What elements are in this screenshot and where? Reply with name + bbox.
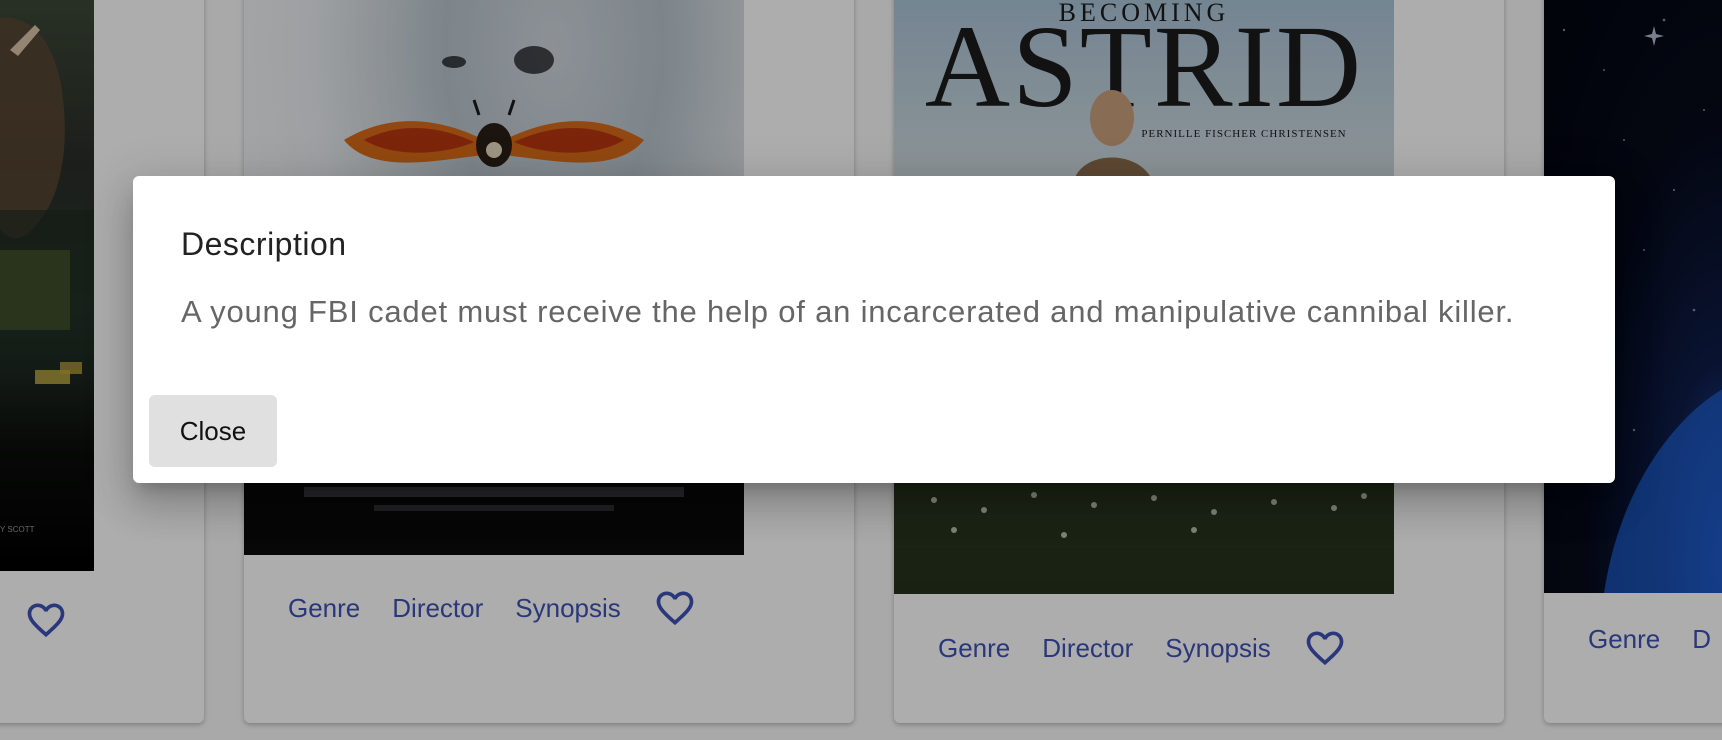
dialog-title: Description [181,226,347,262]
dialog-description-text: A young FBI cadet must receive the help … [181,294,1515,329]
description-dialog: Description A young FBI cadet must recei… [133,176,1615,483]
close-button[interactable]: Close [149,395,277,467]
movie-grid-page: LL OLEY SCOTT [0,0,1722,740]
